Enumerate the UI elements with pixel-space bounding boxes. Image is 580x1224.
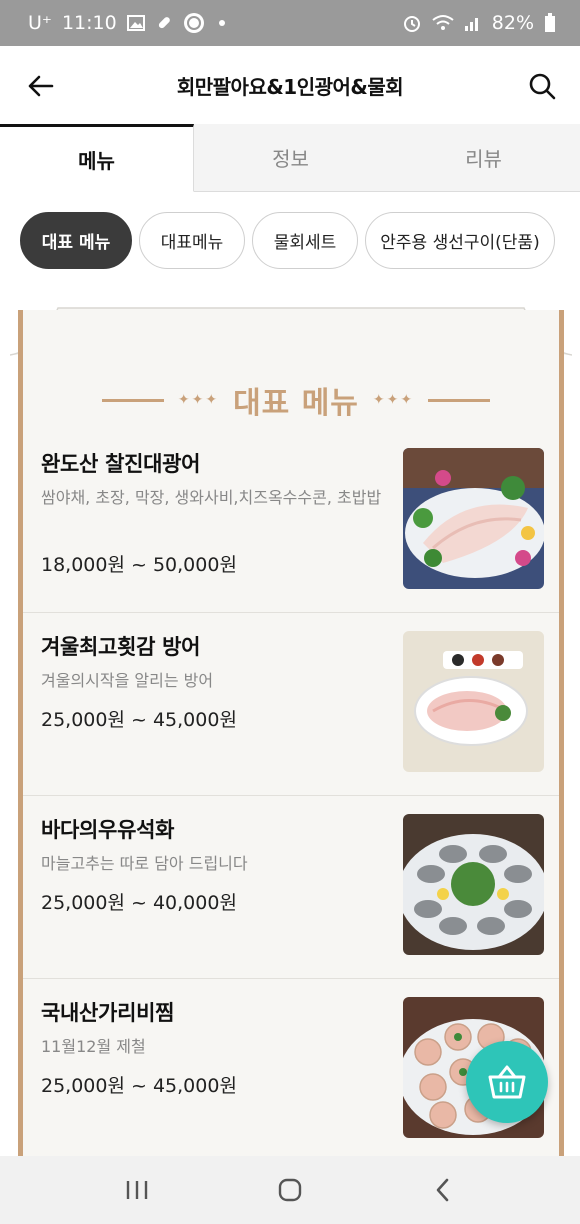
tab-info[interactable]: 정보 <box>194 124 387 191</box>
alarm-icon <box>402 13 422 33</box>
tab-menu[interactable]: 메뉴 <box>0 124 194 192</box>
search-icon <box>529 73 556 100</box>
search-button[interactable] <box>524 68 560 104</box>
chip-grilled-fish[interactable]: 안주용 생선구이(단품) <box>365 212 555 269</box>
clock: 11:10 <box>61 12 117 34</box>
cart-button[interactable] <box>466 1041 548 1123</box>
system-back-button[interactable] <box>418 1170 468 1210</box>
menu-item[interactable]: 완도산 찰진대광어 쌈야채, 초장, 막장, 생와사비,치즈옥수수콘, 초밥밥 … <box>23 430 559 613</box>
menu-item-photo-oysters <box>403 814 544 955</box>
tab-reviews[interactable]: 리뷰 <box>387 124 580 191</box>
notification-dot-icon <box>218 20 225 26</box>
status-bar: U⁺ 11:10 82% <box>0 0 580 46</box>
pill-icon <box>155 14 173 32</box>
menu-item-price: 25,000원 ~ 40,000원 <box>41 892 237 914</box>
chip-featured-menu[interactable]: 대표 메뉴 <box>20 212 132 269</box>
arrow-left-icon <box>28 75 54 97</box>
chip-mulhoe-set[interactable]: 물회세트 <box>252 212 358 269</box>
back-button[interactable] <box>22 68 58 104</box>
section-title: 대표 메뉴 <box>233 386 359 421</box>
menu-item-name: 완도산 찰진대광어 <box>41 452 201 476</box>
menu-item-description: 겨울의시작을 알리는 방어 <box>41 671 214 690</box>
menu-item-description: 마늘고추는 따로 담아 드립니다 <box>41 854 248 873</box>
app-badge-icon <box>183 12 205 34</box>
menu-item-name: 바다의우유석화 <box>41 818 175 842</box>
sparkle-icon: ✦✦✦ <box>372 392 415 408</box>
chevron-left-icon <box>437 1178 449 1202</box>
section-heading: ✦✦✦ 대표 메뉴 ✦✦✦ <box>23 378 569 422</box>
home-button[interactable] <box>265 1170 315 1210</box>
system-nav-bar <box>0 1156 580 1224</box>
page-title: 회만팔아요&1인광어&물회 <box>176 74 404 99</box>
chip-featured-menu-2[interactable]: 대표메뉴 <box>139 212 245 269</box>
basket-icon <box>488 1065 526 1099</box>
category-chips: 대표 메뉴 대표메뉴 물회세트 안주용 생선구이(단품) <box>20 212 555 269</box>
home-icon <box>278 1178 302 1202</box>
carrier-label: U⁺ <box>28 12 52 34</box>
menu-item[interactable]: 겨울최고횟감 방어 겨울의시작을 알리는 방어 25,000원 ~ 45,000… <box>23 613 559 796</box>
divider <box>101 398 164 402</box>
recent-apps-button[interactable] <box>112 1170 162 1210</box>
wifi-icon <box>432 14 454 32</box>
recent-apps-icon <box>126 1181 147 1199</box>
menu-item-photo-yellowtail <box>403 631 544 772</box>
tab-bar: 메뉴 정보 리뷰 <box>0 124 580 192</box>
menu-item-description: 쌈야채, 초장, 막장, 생와사비,치즈옥수수콘, 초밥밥 <box>41 488 382 507</box>
menu-item-name: 국내산가리비찜 <box>41 1001 175 1025</box>
signal-icon <box>464 14 482 32</box>
gallery-icon <box>126 15 145 31</box>
battery-icon <box>544 13 556 33</box>
menu-item-description: 11월12월 제철 <box>41 1037 146 1056</box>
menu-item-price: 18,000원 ~ 50,000원 <box>41 554 237 576</box>
menu-item[interactable]: 바다의우유석화 마늘고추는 따로 담아 드립니다 25,000원 ~ 40,00… <box>23 796 559 979</box>
menu-item-name: 겨울최고횟감 방어 <box>41 635 201 659</box>
menu-item-price: 25,000원 ~ 45,000원 <box>41 709 237 731</box>
battery-percent: 82% <box>491 12 534 34</box>
menu-item-price: 25,000원 ~ 45,000원 <box>41 1075 237 1097</box>
app-header: 회만팔아요&1인광어&물회 <box>0 46 580 124</box>
sparkle-icon: ✦✦✦ <box>177 392 220 408</box>
menu-panel: ✦✦✦ 대표 메뉴 ✦✦✦ 완도산 찰진대광어 쌈야채, 초장, 막장, 생와사… <box>10 300 572 1210</box>
divider <box>428 398 491 402</box>
menu-item-photo-flatfish <box>403 448 544 589</box>
